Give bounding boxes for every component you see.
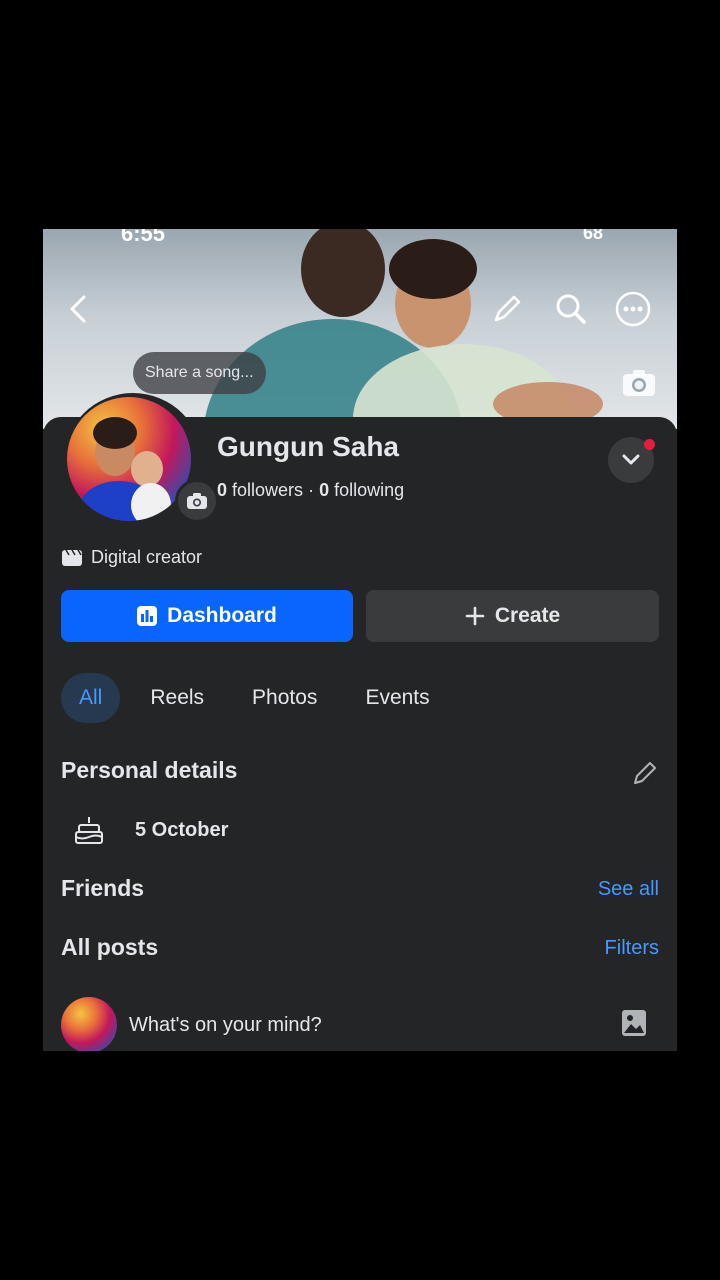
profile-screen: 6:55 68 Share a song... Gungun Saha 0 fo… — [43, 229, 677, 1051]
pencil-icon[interactable] — [489, 291, 525, 327]
friends-title: Friends — [61, 875, 145, 901]
dashboard-icon — [137, 606, 158, 626]
share-song-bubble[interactable]: Share a song... — [133, 352, 266, 394]
all-posts-title: All posts — [61, 934, 159, 960]
see-all-friends-link[interactable]: See all — [598, 878, 659, 901]
profile-name: Gungun Saha — [217, 431, 399, 462]
following-label: following — [334, 480, 405, 500]
photo-icon[interactable] — [621, 1009, 647, 1042]
follow-stats[interactable]: 0 followers · 0 following — [217, 480, 404, 501]
chevron-down-icon — [622, 454, 640, 465]
tab-reels[interactable]: Reels — [132, 673, 222, 723]
profile-panel: Gungun Saha 0 followers · 0 following Di… — [43, 393, 677, 1051]
tab-photos[interactable]: Photos — [234, 673, 335, 723]
cover-camera-icon[interactable] — [621, 367, 657, 399]
avatar-camera-icon[interactable] — [175, 479, 219, 523]
create-button[interactable]: Create — [366, 590, 659, 642]
avatar[interactable] — [63, 393, 219, 533]
followers-label: followers — [232, 480, 304, 500]
category-badge: Digital creator — [61, 547, 202, 568]
composer-avatar — [61, 997, 117, 1051]
post-composer[interactable]: What's on your mind? — [61, 997, 661, 1051]
composer-placeholder[interactable]: What's on your mind? — [129, 1014, 322, 1037]
profile-tabs: All Reels Photos Events — [61, 673, 460, 723]
birthday-text: 5 October — [135, 818, 229, 841]
back-arrow-icon[interactable] — [63, 291, 93, 327]
avatar-image — [67, 397, 191, 521]
personal-details-title: Personal details — [61, 757, 238, 783]
birthday-row: 5 October — [73, 815, 228, 845]
dashboard-label: Dashboard — [167, 604, 277, 627]
tab-events[interactable]: Events — [347, 673, 447, 723]
notification-dot — [644, 439, 655, 450]
dashboard-button[interactable]: Dashboard — [61, 590, 353, 642]
more-icon[interactable] — [615, 291, 651, 327]
followers-count: 0 — [217, 480, 228, 500]
status-battery: 68 — [583, 229, 604, 243]
search-icon[interactable] — [553, 291, 589, 327]
category-label: Digital creator — [91, 547, 203, 567]
tab-all[interactable]: All — [61, 673, 121, 723]
clapperboard-icon — [62, 549, 82, 566]
birthday-cake-icon — [75, 817, 103, 844]
follow-separator: · — [308, 480, 315, 500]
profile-switcher-button[interactable] — [608, 437, 655, 483]
edit-details-icon[interactable] — [631, 759, 659, 792]
create-label: Create — [494, 604, 561, 627]
plus-icon — [465, 606, 485, 626]
filters-link[interactable]: Filters — [605, 937, 659, 960]
status-time: 6:55 — [121, 229, 166, 246]
following-count: 0 — [319, 480, 330, 500]
